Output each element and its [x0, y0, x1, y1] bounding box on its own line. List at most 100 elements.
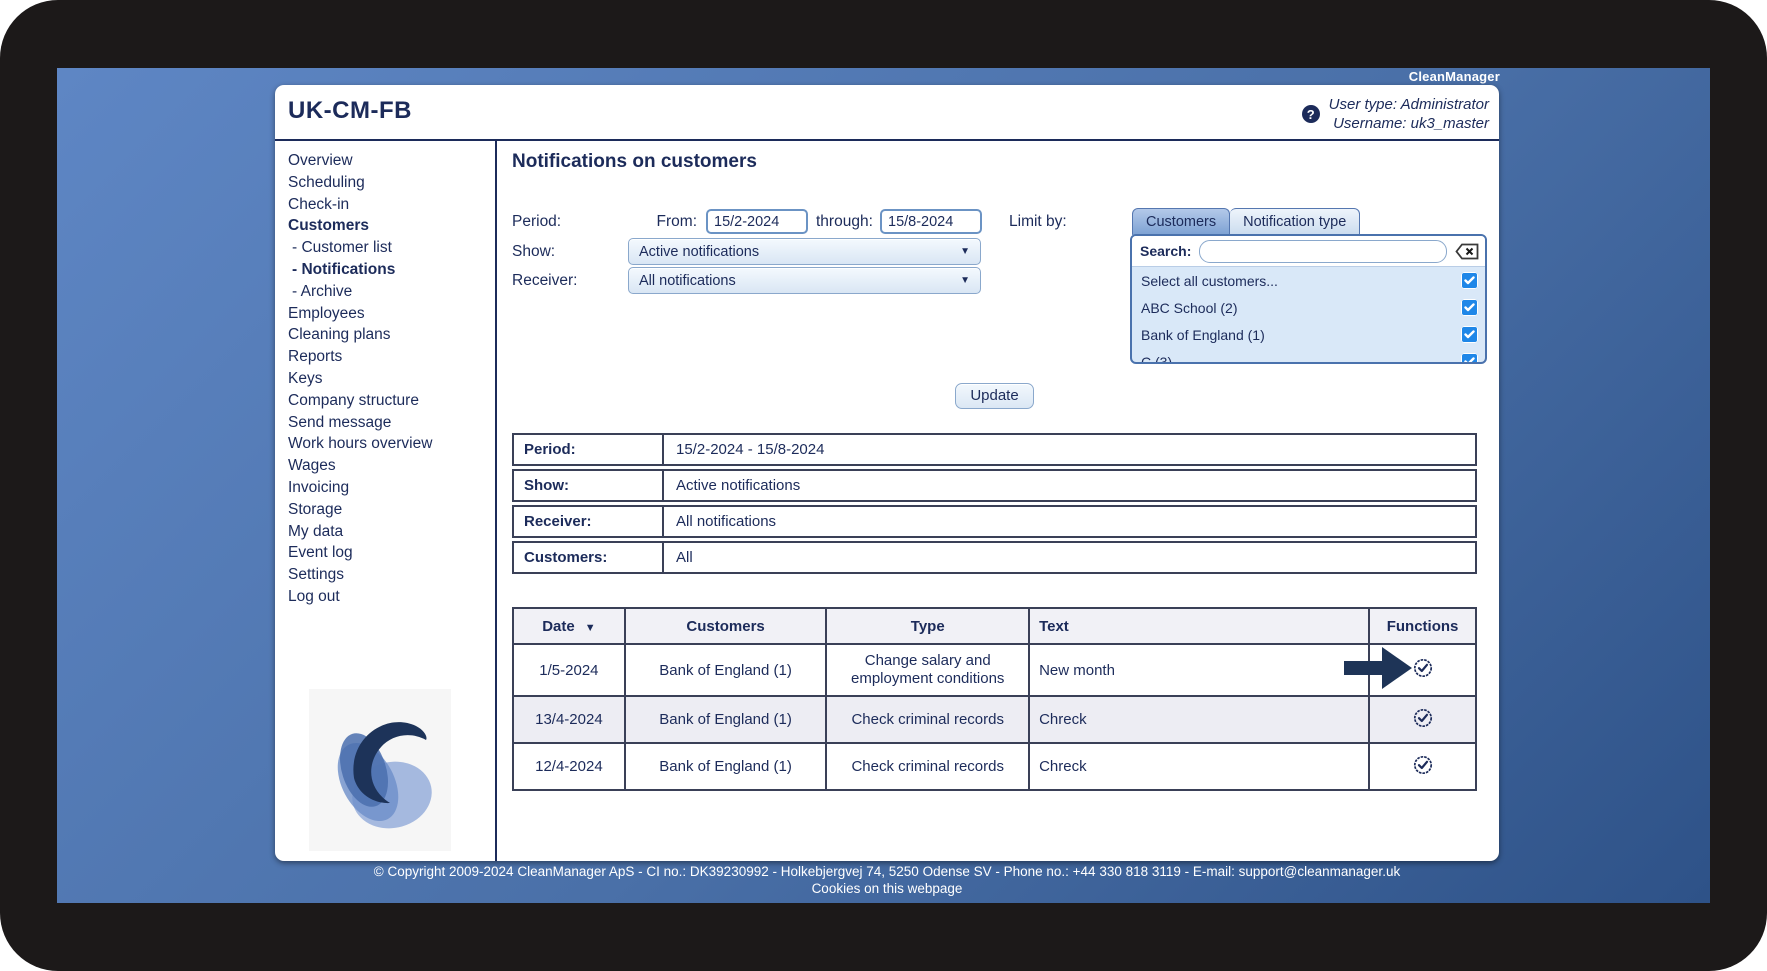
sidebar-item-work-hours-overview[interactable]: Work hours overview	[288, 433, 495, 455]
cell-date: 13/4-2024	[512, 695, 626, 744]
option-label: ABC School (2)	[1141, 299, 1238, 316]
col-header-text: Text	[1028, 607, 1371, 645]
sidebar-item-scheduling[interactable]: Scheduling	[288, 172, 495, 194]
sidebar-item-log-out[interactable]: Log out	[288, 586, 495, 608]
checkbox-checked-icon[interactable]	[1461, 299, 1478, 316]
sidebar-item-customer-list[interactable]: - Customer list	[288, 237, 495, 259]
sidebar-item-invoicing[interactable]: Invoicing	[288, 477, 495, 499]
customer-option-row: ABC School (2)	[1132, 294, 1485, 321]
search-row: Search:	[1132, 236, 1485, 267]
help-icon[interactable]: ?	[1301, 105, 1320, 123]
complete-check-icon[interactable]	[1413, 708, 1433, 728]
cell-functions	[1368, 695, 1477, 744]
col-header-type: Type	[825, 607, 1031, 645]
cell-functions	[1368, 742, 1477, 791]
summary-value: All	[676, 549, 693, 566]
checkbox-checked-icon[interactable]	[1461, 272, 1478, 289]
section-title: Notifications on customers	[512, 151, 757, 172]
option-label: C (3)	[1141, 353, 1173, 364]
show-label: Show:	[512, 243, 556, 260]
cell-text: Chreck	[1028, 695, 1371, 744]
summary-label: Show:	[514, 471, 664, 500]
summary-row-receiver: Receiver: All notifications	[512, 505, 1477, 538]
copyright-text: © Copyright 2009-2024 CleanManager ApS -…	[373, 864, 1401, 879]
sidebar-item-check-in[interactable]: Check-in	[288, 194, 495, 216]
user-type-text: User type: Administrator	[1328, 96, 1489, 113]
sidebar-item-company-structure[interactable]: Company structure	[288, 390, 495, 412]
cell-customers: Bank of England (1)	[623, 695, 828, 744]
sidebar-item-storage[interactable]: Storage	[288, 499, 495, 521]
sidebar-item-cleaning-plans[interactable]: Cleaning plans	[288, 324, 495, 346]
chevron-down-icon: ▼	[960, 246, 970, 257]
user-lines: User type: Administrator Username: uk3_m…	[1329, 95, 1489, 133]
show-dropdown-value: Active notifications	[639, 243, 760, 260]
receiver-dropdown[interactable]: All notifications ▼	[628, 267, 981, 294]
table-row: 12/4-2024 Bank of England (1) Check crim…	[512, 742, 1477, 791]
customer-option-row: Select all customers...	[1132, 267, 1485, 294]
cell-text: New month	[1028, 643, 1371, 697]
from-date-input[interactable]	[706, 209, 808, 234]
tab-notification-type[interactable]: Notification type	[1230, 208, 1361, 235]
sidebar-item-my-data[interactable]: My data	[288, 521, 495, 543]
sidebar-item-customers[interactable]: Customers	[288, 215, 495, 237]
summary-value: Active notifications	[676, 477, 801, 494]
table-row: 1/5-2024 Bank of England (1) Change sala…	[512, 643, 1477, 697]
summary-row-show: Show: Active notifications	[512, 469, 1477, 502]
sidebar-item-event-log[interactable]: Event log	[288, 542, 495, 564]
tab-customers[interactable]: Customers	[1132, 208, 1231, 235]
swirl-logo-icon	[337, 722, 432, 829]
sidebar: Overview Scheduling Check-in Customers -…	[275, 141, 497, 861]
summary-row-customers: Customers: All	[512, 541, 1477, 574]
sort-desc-icon[interactable]: ▼	[585, 622, 596, 634]
main-content: Notifications on customers Period: From:…	[497, 141, 1499, 861]
through-date-input[interactable]	[880, 209, 982, 234]
cell-customers: Bank of England (1)	[623, 742, 828, 791]
option-label: Select all customers...	[1141, 272, 1278, 289]
cell-type: Check criminal records	[825, 695, 1031, 744]
sidebar-item-wages[interactable]: Wages	[288, 455, 495, 477]
checkbox-checked-icon[interactable]	[1461, 326, 1478, 343]
receiver-label: Receiver:	[512, 272, 578, 289]
chevron-down-icon: ▼	[960, 275, 970, 286]
complete-check-icon[interactable]	[1413, 658, 1433, 678]
search-input[interactable]	[1199, 239, 1447, 263]
summary-label: Receiver:	[514, 507, 664, 536]
table-header-row: Date ▼ Customers Type Text Functions	[512, 607, 1477, 645]
checkbox-checked-icon[interactable]	[1461, 353, 1478, 362]
summary-table: Period: 15/2-2024 - 15/8-2024 Show: Acti…	[512, 433, 1477, 574]
option-label: Bank of England (1)	[1141, 326, 1265, 343]
cookies-link[interactable]: Cookies on this webpage	[275, 880, 1499, 897]
summary-value: All notifications	[676, 513, 777, 530]
summary-value: 15/2-2024 - 15/8-2024	[676, 441, 825, 458]
sidebar-item-keys[interactable]: Keys	[288, 368, 495, 390]
cell-date: 1/5-2024	[512, 643, 626, 697]
limit-by-label: Limit by:	[1009, 213, 1067, 230]
show-dropdown[interactable]: Active notifications ▼	[628, 238, 981, 265]
sidebar-item-notifications[interactable]: - Notifications	[288, 259, 495, 281]
search-label: Search:	[1140, 243, 1192, 259]
sidebar-item-overview[interactable]: Overview	[288, 150, 495, 172]
sidebar-item-reports[interactable]: Reports	[288, 346, 495, 368]
period-label: Period:	[512, 213, 562, 230]
sidebar-item-archive[interactable]: - Archive	[288, 281, 495, 303]
cell-text: Chreck	[1028, 742, 1371, 791]
cell-type: Check criminal records	[825, 742, 1031, 791]
app-panel: UK-CM-FB ? User type: Administrator User…	[275, 85, 1499, 861]
sidebar-item-settings[interactable]: Settings	[288, 564, 495, 586]
complete-check-icon[interactable]	[1413, 755, 1433, 775]
notifications-table: Date ▼ Customers Type Text Functions 1/5-…	[512, 607, 1477, 791]
col-header-functions: Functions	[1368, 607, 1477, 645]
cleanmanager-logo	[309, 689, 451, 851]
update-button[interactable]: Update	[955, 383, 1034, 409]
sidebar-item-employees[interactable]: Employees	[288, 303, 495, 325]
col-header-customers: Customers	[623, 607, 828, 645]
username-text: Username: uk3_master	[1333, 115, 1489, 132]
table-row: 13/4-2024 Bank of England (1) Check crim…	[512, 695, 1477, 744]
receiver-dropdown-value: All notifications	[639, 272, 736, 289]
page-title: UK-CM-FB	[288, 97, 412, 124]
clear-search-icon[interactable]	[1455, 243, 1479, 260]
col-header-date[interactable]: Date ▼	[512, 607, 626, 645]
cell-functions	[1344, 643, 1477, 697]
sidebar-item-send-message[interactable]: Send message	[288, 412, 495, 434]
browser-viewport: CleanManager UK-CM-FB ? User type: Admin…	[57, 68, 1710, 903]
